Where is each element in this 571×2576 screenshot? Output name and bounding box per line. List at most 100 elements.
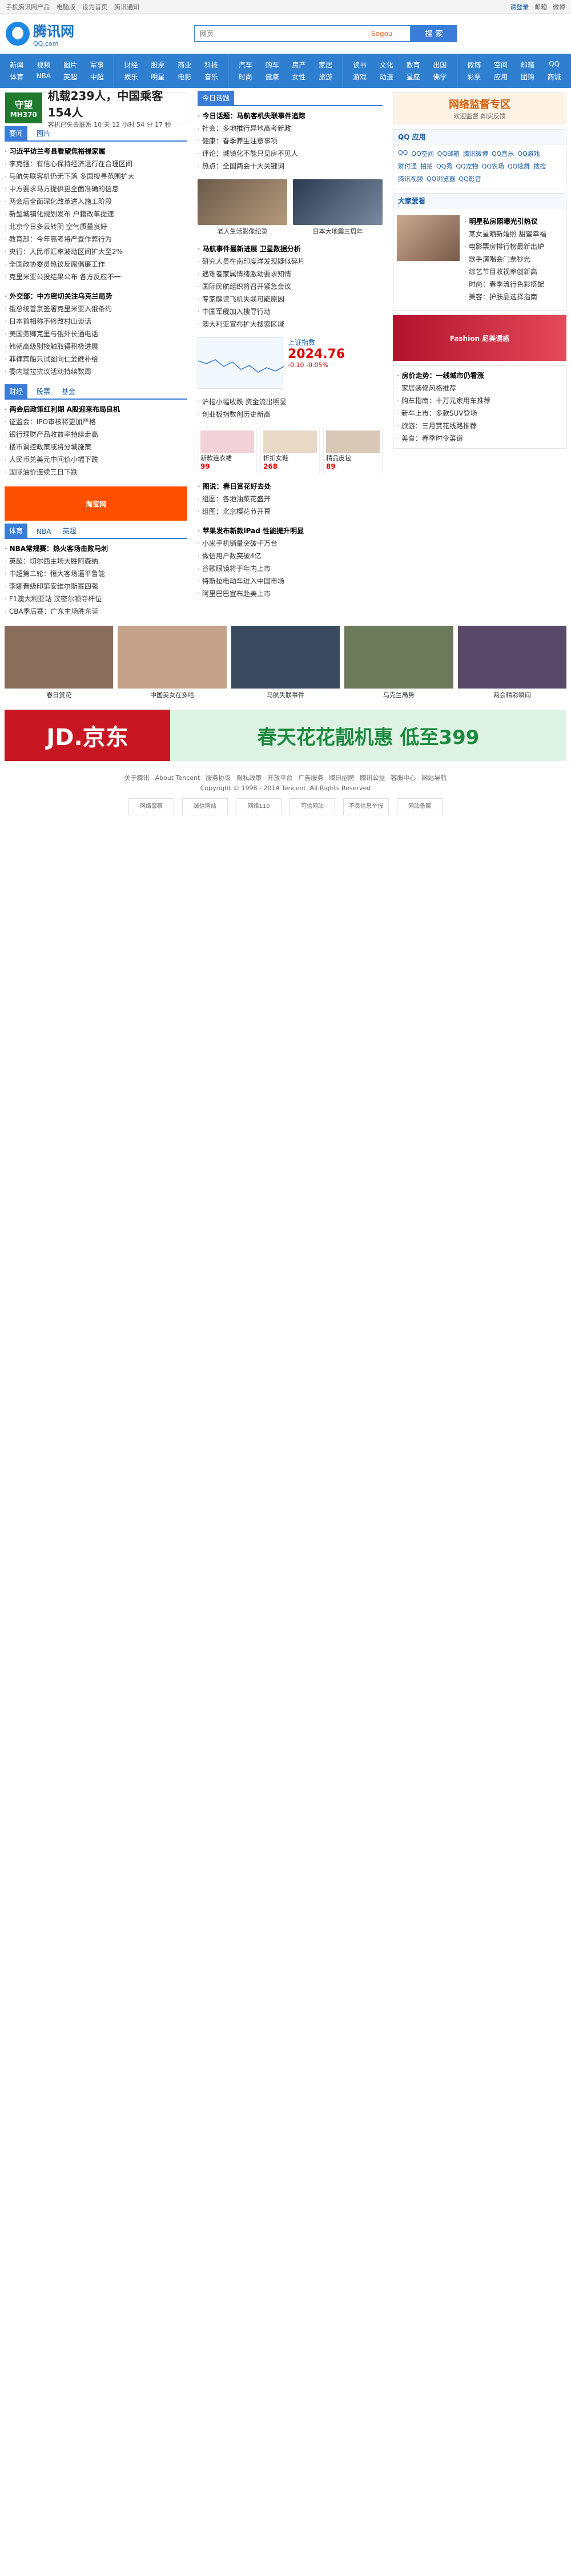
nav-link[interactable]: 明星	[144, 72, 171, 82]
list-item[interactable]: 阿里巴巴宣布赴美上市	[198, 587, 383, 600]
list-item[interactable]: 澳大利亚宣布扩大搜索区域	[198, 318, 383, 331]
qq-app-link[interactable]: QQ游戏	[517, 149, 540, 158]
nav-link[interactable]: 女性	[286, 72, 312, 82]
nav-link[interactable]: 音乐	[198, 72, 225, 82]
list-item[interactable]: 新车上市：多款SUV登场	[397, 407, 562, 420]
footer-link[interactable]: 广告服务	[298, 773, 323, 783]
list-item[interactable]: 某女星晒新婚照 甜蜜幸福	[464, 228, 561, 240]
list-item[interactable]: 菲律宾船只试图向仁爱礁补给	[5, 353, 187, 365]
nav-link[interactable]: 中超	[83, 72, 110, 82]
list-item[interactable]: 全国政协委员热议反腐倡廉工作	[5, 258, 187, 271]
qq-app-link[interactable]: QQ邮箱	[437, 149, 460, 158]
nav-link[interactable]: 科技	[198, 60, 225, 70]
nav-link[interactable]: 旅游	[312, 72, 339, 82]
list-item[interactable]: 遇难者家属情绪激动要求知情	[198, 268, 383, 280]
footer-link[interactable]: 隐私政策	[236, 773, 262, 783]
footer-badge[interactable]: 网站备案	[397, 798, 443, 815]
tab-news[interactable]: 要闻	[5, 126, 28, 140]
footer-badge[interactable]: 网络110	[236, 798, 282, 815]
footer-link[interactable]: 腾讯招聘	[329, 773, 354, 783]
list-item[interactable]: 外交部：中方密切关注乌克兰局势	[5, 290, 187, 303]
product-ad-2[interactable]: 折扣女鞋 268	[260, 428, 320, 473]
footer-badge[interactable]: 诚信网站	[182, 798, 228, 815]
footer-badge[interactable]: 不良信息举报	[343, 798, 389, 815]
list-item[interactable]: 克里米亚公投结果公布 各方反应不一	[5, 271, 187, 283]
qq-app-link[interactable]: QQ炫舞	[508, 162, 530, 171]
list-item[interactable]: 央行：人民币汇率波动区间扩大至2%	[5, 245, 187, 258]
qq-app-link[interactable]: 财付通	[398, 162, 417, 171]
nav-link[interactable]: 动漫	[373, 72, 400, 82]
footer-badge[interactable]: 可信网站	[289, 798, 335, 815]
nav-link[interactable]: 时尚	[232, 72, 259, 82]
nav-link[interactable]: 健康	[259, 72, 286, 82]
list-item[interactable]: 购车指南：十万元家用车推荐	[397, 395, 562, 407]
nav-link[interactable]: 家居	[312, 60, 339, 70]
weibo-link[interactable]: 微博	[553, 2, 565, 11]
jd-banner[interactable]: JD.京东 春天花花靓机惠 低至399	[5, 710, 566, 761]
tab-pictures[interactable]: 图片	[34, 128, 53, 140]
footer-badge[interactable]: 网络警察	[128, 798, 174, 815]
list-item[interactable]: 房价走势：一线城市仍看涨	[397, 369, 562, 382]
list-item[interactable]: 国际油价连续三日下跌	[5, 466, 187, 478]
list-item[interactable]: 李娜晋级印第安维尔斯赛四强	[5, 580, 187, 593]
footer-link[interactable]: 开放平台	[267, 773, 292, 783]
nav-link[interactable]: 空间	[488, 60, 514, 70]
qq-app-link[interactable]: QQ浏览器	[427, 174, 455, 183]
qq-app-link[interactable]: QQ空间	[411, 149, 433, 158]
footer-link[interactable]: 客服中心	[391, 773, 416, 783]
nav-link[interactable]: 教育	[400, 60, 427, 70]
nav-link[interactable]: 星座	[400, 72, 427, 82]
nav-link[interactable]: 文化	[373, 60, 400, 70]
tab-nba[interactable]: NBA	[34, 528, 53, 538]
gallery-item[interactable]: 马航失联事件	[231, 626, 340, 699]
nav-link[interactable]: 团购	[514, 72, 541, 82]
nav-link[interactable]: NBA	[30, 72, 57, 82]
list-item[interactable]: 沪指小幅收跌 资金流出明显	[198, 396, 383, 408]
nav-link[interactable]: 彩票	[461, 72, 488, 82]
list-item[interactable]: 北京今日多云转阴 空气质量良好	[5, 220, 187, 233]
qq-app-link[interactable]: 拍拍	[420, 162, 433, 171]
topbar-link[interactable]: 设为首页	[82, 2, 107, 11]
footer-link[interactable]: About Tencent	[155, 773, 200, 783]
taobao-ad[interactable]: 淘宝网	[5, 486, 187, 521]
list-item[interactable]: 教育部：今年高考将严查作弊行为	[5, 233, 187, 245]
list-item[interactable]: 苹果发布新款iPad 性能提升明显	[198, 525, 383, 537]
nav-link[interactable]: 军事	[83, 60, 110, 70]
list-item[interactable]: 谷歌眼镜将于年内上市	[198, 562, 383, 575]
list-item[interactable]: 中超第二轮：恒大客场逼平鲁能	[5, 567, 187, 580]
list-item[interactable]: 马航事件最新进展 卫星数据分析	[198, 243, 383, 255]
list-item[interactable]: 证监会：IPO审核将更加严格	[5, 416, 187, 428]
topbar-link[interactable]: 电脑版	[57, 2, 75, 11]
nav-link[interactable]: 商业	[171, 60, 198, 70]
product-ad-3[interactable]: 精品皮包 89	[323, 428, 383, 473]
tab-finance[interactable]: 财经	[5, 384, 28, 399]
list-item[interactable]: 综艺节目收视率创新高	[464, 265, 561, 278]
nav-link[interactable]: 娱乐	[118, 72, 144, 82]
list-item[interactable]: 人民币兑美元中间价小幅下跌	[5, 453, 187, 466]
tab-sports[interactable]: 体育	[5, 524, 28, 538]
topbar-link[interactable]: 手机腾讯网产品	[6, 2, 50, 11]
thumb-2[interactable]: 日本大地震三周年	[293, 179, 383, 236]
list-item[interactable]: 中方要求马方提供更全面准确的信息	[5, 183, 187, 195]
list-item[interactable]: 电影票房排行榜最新出炉	[464, 240, 561, 253]
list-item[interactable]: 新型城镇化规划发布 户籍改革提速	[5, 208, 187, 220]
nav-link[interactable]: 电影	[171, 72, 198, 82]
fashion-ad[interactable]: Fashion 尼美诱惑	[393, 315, 566, 361]
list-item[interactable]: 家居装修风格推荐	[397, 382, 562, 395]
list-item[interactable]: 美容：护肤品选择指南	[464, 291, 561, 303]
list-item[interactable]: 组图：各地油菜花盛开	[198, 493, 383, 505]
nav-link[interactable]: 邮箱	[514, 60, 541, 70]
list-item[interactable]: 国际民航组织将召开紧急会议	[198, 280, 383, 293]
list-item[interactable]: 美食：春季时令菜谱	[397, 432, 562, 445]
list-item[interactable]: 小米手机销量突破千万台	[198, 537, 383, 550]
nav-link[interactable]: 图片	[57, 60, 84, 70]
list-item[interactable]: 银行理财产品收益率持续走高	[5, 428, 187, 441]
tab-topic[interactable]: 今日话题	[198, 91, 235, 105]
nav-link[interactable]: 财经	[118, 60, 144, 70]
nav-link[interactable]: 微博	[461, 60, 488, 70]
site-logo[interactable]: 腾讯网 QQ.com	[6, 20, 103, 47]
nav-link[interactable]: 新闻	[3, 60, 30, 70]
list-item[interactable]: 社会：多地推行异地高考新政	[198, 122, 383, 135]
qq-app-link[interactable]: 腾讯微博	[463, 149, 488, 158]
qq-app-link[interactable]: QQ	[398, 149, 408, 158]
